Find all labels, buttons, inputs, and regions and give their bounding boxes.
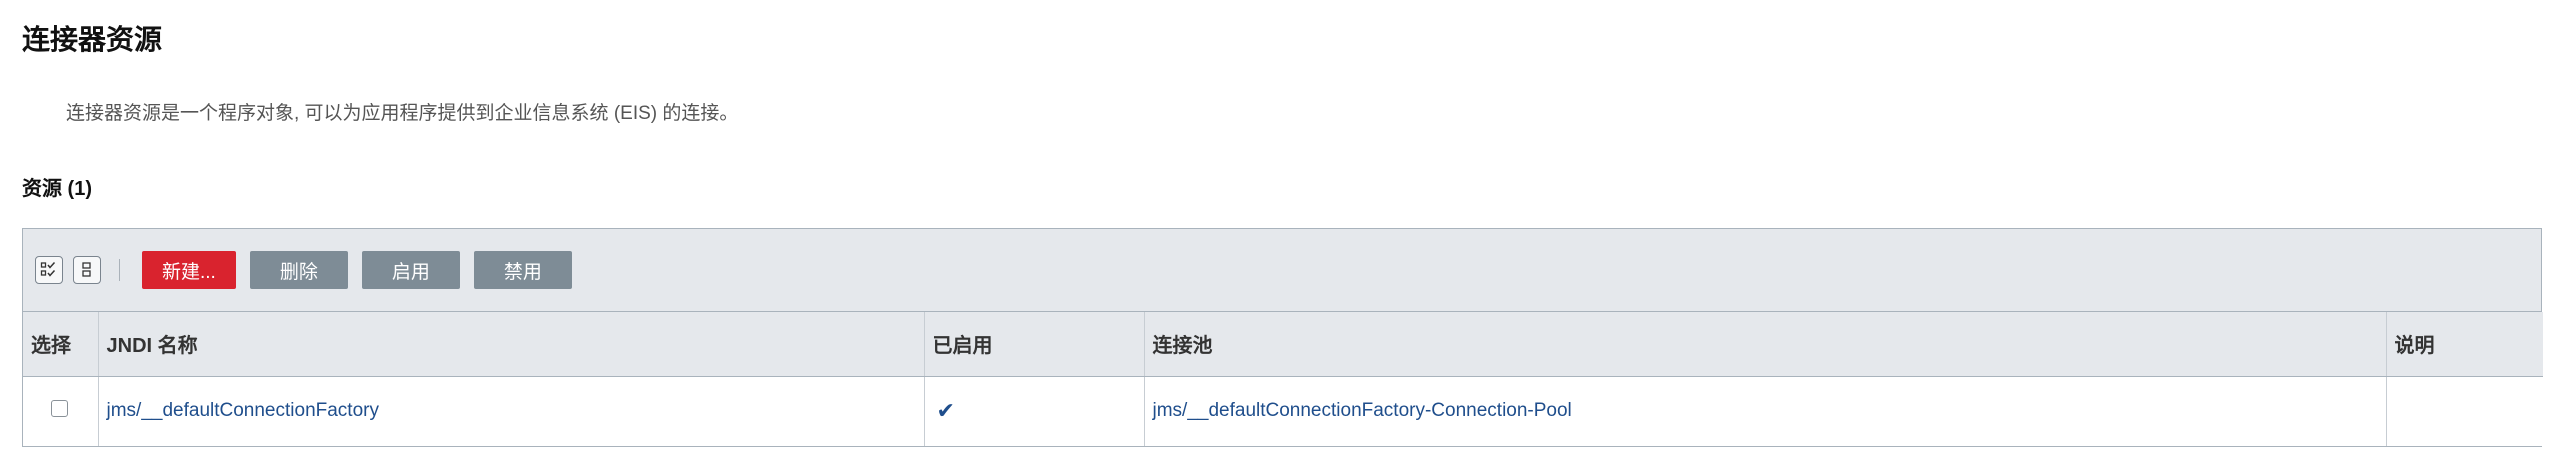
select-cell <box>23 376 99 446</box>
column-header-jndi-name[interactable]: JNDI 名称 <box>98 312 925 377</box>
disable-button[interactable]: 禁用 <box>473 251 572 289</box>
section-title: 资源 (1) <box>22 178 92 200</box>
pool-cell: jms/__defaultConnectionFactory-Connectio… <box>1144 376 2387 446</box>
jndi-name-cell: jms/__defaultConnectionFactory <box>98 376 925 446</box>
row-select-checkbox[interactable] <box>51 399 68 417</box>
column-header-pool[interactable]: 连接池 <box>1144 312 2387 377</box>
enable-button[interactable]: 启用 <box>361 251 460 289</box>
connection-pool-link[interactable]: jms/__defaultConnectionFactory-Connectio… <box>1153 400 1572 421</box>
page: 连接器资源 连接器资源是一个程序对象, 可以为应用程序提供到企业信息系统 (EI… <box>0 0 2560 462</box>
column-header-description[interactable]: 说明 <box>2386 312 2543 377</box>
column-header-select: 选择 <box>23 312 99 377</box>
table-row: jms/__defaultConnectionFactory ✔ jms/__d… <box>23 376 2543 446</box>
resources-table-panel: 新建... 删除 启用 禁用 选择 JNDI 名称 已启用 连接池 说明 jms… <box>22 228 2543 447</box>
delete-button[interactable]: 删除 <box>249 251 348 289</box>
new-button[interactable]: 新建... <box>142 251 236 289</box>
jndi-name-link[interactable]: jms/__defaultConnectionFactory <box>107 400 379 421</box>
page-title: 连接器资源 <box>22 24 163 55</box>
enabled-cell: ✔ <box>924 376 1145 446</box>
resources-table: 选择 JNDI 名称 已启用 连接池 说明 jms/__defaultConne… <box>23 312 2543 446</box>
select-all-icon[interactable] <box>35 256 63 284</box>
toolbar-divider <box>119 259 120 281</box>
page-description: 连接器资源是一个程序对象, 可以为应用程序提供到企业信息系统 (EIS) 的连接… <box>66 103 739 124</box>
table-header-row: 选择 JNDI 名称 已启用 连接池 说明 <box>23 312 2543 377</box>
description-cell <box>2386 376 2543 446</box>
checkmark-icon: ✔ <box>936 398 955 424</box>
column-header-enabled[interactable]: 已启用 <box>924 312 1145 377</box>
deselect-all-icon[interactable] <box>73 256 101 284</box>
table-toolbar: 新建... 删除 启用 禁用 <box>23 229 2541 312</box>
